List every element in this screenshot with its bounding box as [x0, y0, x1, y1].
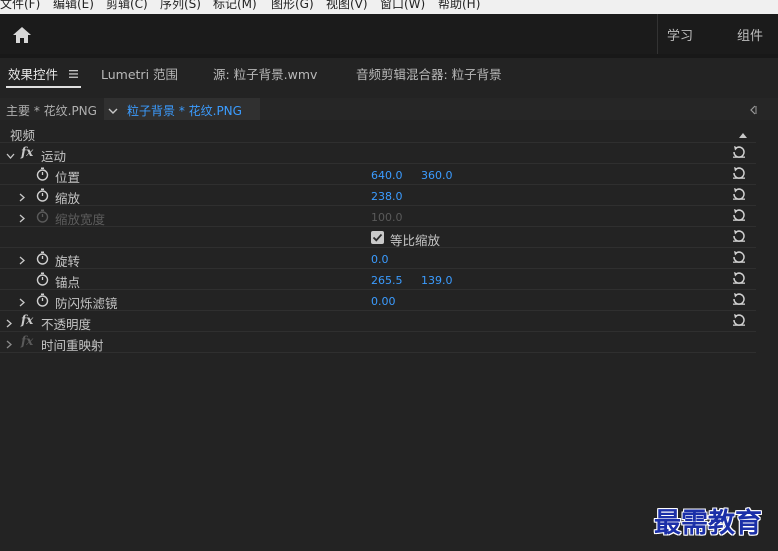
workspace-assembly[interactable]: 组件: [737, 25, 763, 44]
reset-icon[interactable]: [732, 145, 746, 161]
fx-badge: fx: [21, 334, 34, 348]
chevron-down-icon[interactable]: [6, 149, 15, 163]
menu-bar: 文件(F) 编辑(E) 剪辑(C) 序列(S) 标记(M) 图形(G) 视图(V…: [0, 0, 778, 14]
tab-source[interactable]: 源: 粒子背景.wmv: [213, 64, 317, 83]
chevron-right-icon[interactable]: [19, 191, 26, 205]
scale-width-value: 100.0: [371, 211, 403, 224]
stopwatch-icon[interactable]: [36, 293, 49, 310]
home-icon[interactable]: [9, 25, 37, 45]
menu-view[interactable]: 视图(V): [326, 0, 368, 12]
watermark-logo: 最需教育: [654, 508, 762, 539]
menu-edit[interactable]: 编辑(E): [53, 0, 94, 12]
chevron-right-icon[interactable]: [19, 296, 26, 310]
reset-icon[interactable]: [732, 250, 746, 266]
property-row-anti-flicker: 防闪烁滤镜 0.00: [0, 290, 756, 311]
chevron-right-icon[interactable]: [19, 254, 26, 268]
active-tab-indicator: [6, 86, 81, 88]
chevron-down-icon[interactable]: [108, 104, 118, 118]
tab-lumetri-scopes[interactable]: Lumetri 范围: [101, 64, 178, 83]
position-y-value[interactable]: 360.0: [421, 169, 453, 182]
sequence-clip-label: 粒子背景 * 花纹.PNG: [127, 104, 242, 118]
reset-icon[interactable]: [732, 229, 746, 245]
stopwatch-icon[interactable]: [36, 272, 49, 289]
chevron-right-icon[interactable]: [6, 317, 13, 331]
menu-clip[interactable]: 剪辑(C): [106, 0, 148, 12]
effect-row-time-remapping[interactable]: fx 时间重映射: [0, 332, 756, 353]
video-section-header: 视频: [0, 122, 756, 143]
timeline-collapse-icon[interactable]: [749, 104, 757, 118]
property-row-rotation: 旋转 0.0: [0, 248, 756, 269]
scroll-up-icon[interactable]: [738, 128, 748, 142]
reset-icon[interactable]: [732, 187, 746, 203]
menu-file[interactable]: 文件(F): [0, 0, 40, 12]
workspace-header: 学习 组件: [0, 14, 778, 54]
reset-icon[interactable]: [732, 292, 746, 308]
anchor-x-value[interactable]: 265.5: [371, 274, 403, 287]
menu-window[interactable]: 窗口(W): [380, 0, 425, 12]
property-row-scale-width: 缩放宽度 100.0: [0, 206, 756, 227]
panel-tabs: 效果控件 Lumetri 范围 源: 粒子背景.wmv 音频剪辑混合器: 粒子背…: [0, 58, 778, 88]
effect-row-motion[interactable]: fx 运动: [0, 143, 756, 164]
menu-help[interactable]: 帮助(H): [438, 0, 480, 12]
menu-sequence[interactable]: 序列(S): [160, 0, 201, 12]
property-row-position: 位置 640.0 360.0: [0, 164, 756, 185]
scale-value[interactable]: 238.0: [371, 190, 403, 203]
anti-flicker-value[interactable]: 0.00: [371, 295, 396, 308]
sequence-clip-selector[interactable]: 粒子背景 * 花纹.PNG: [104, 98, 260, 120]
reset-icon[interactable]: [732, 313, 746, 329]
tab-audio-clip-mixer[interactable]: 音频剪辑混合器: 粒子背景: [356, 64, 502, 83]
chevron-right-icon[interactable]: [19, 212, 26, 226]
panel-menu-icon[interactable]: [69, 67, 78, 78]
anchor-y-value[interactable]: 139.0: [421, 274, 453, 287]
effect-row-opacity[interactable]: fx 不透明度: [0, 311, 756, 332]
clip-selector-row: 主要 * 花纹.PNG 粒子背景 * 花纹.PNG: [0, 98, 778, 120]
stopwatch-icon: [36, 209, 49, 226]
rotation-value[interactable]: 0.0: [371, 253, 389, 266]
header-divider: [657, 14, 658, 54]
row-divider: [0, 352, 756, 353]
stopwatch-icon[interactable]: [36, 188, 49, 205]
workspace-learn[interactable]: 学习: [667, 25, 693, 44]
property-row-scale: 缩放 238.0: [0, 185, 756, 206]
menu-marker[interactable]: 标记(M): [213, 0, 257, 12]
stopwatch-icon[interactable]: [36, 167, 49, 184]
fx-badge[interactable]: fx: [21, 313, 33, 327]
uniform-scale-checkbox[interactable]: [371, 231, 384, 244]
property-row-uniform-scale: 等比缩放: [0, 227, 756, 248]
property-row-anchor-point: 锚点 265.5 139.0: [0, 269, 756, 290]
reset-icon[interactable]: [732, 208, 746, 224]
master-clip-label[interactable]: 主要 * 花纹.PNG: [6, 102, 97, 119]
stopwatch-icon[interactable]: [36, 251, 49, 268]
fx-badge[interactable]: fx: [21, 145, 33, 159]
tab-effect-controls[interactable]: 效果控件: [8, 64, 58, 83]
position-x-value[interactable]: 640.0: [371, 169, 403, 182]
menu-graphics[interactable]: 图形(G): [271, 0, 314, 12]
chevron-right-icon[interactable]: [6, 338, 13, 352]
reset-icon[interactable]: [732, 166, 746, 182]
reset-icon[interactable]: [732, 271, 746, 287]
